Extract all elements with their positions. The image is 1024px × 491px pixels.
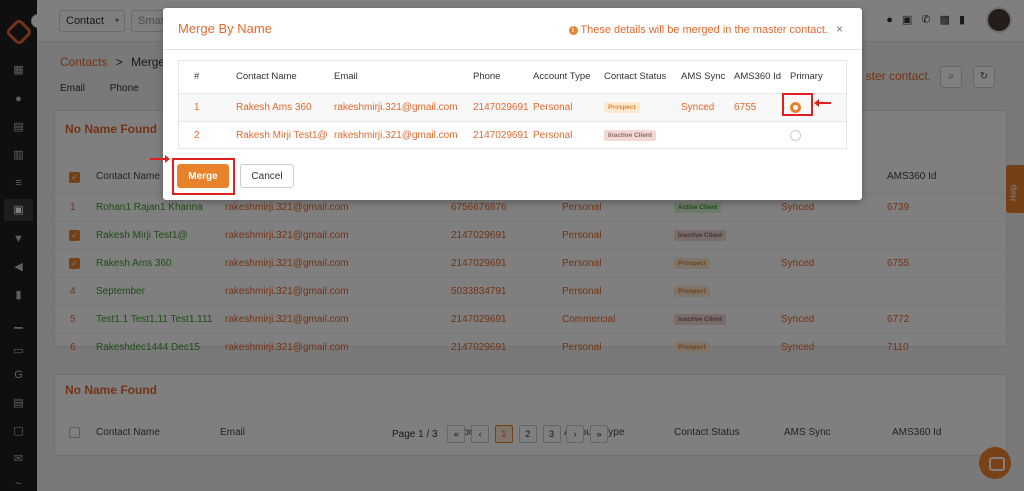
modal-note-text: These details will be merged in the mast… xyxy=(580,24,828,36)
row-phone: 2147029691 xyxy=(473,130,529,141)
info-icon: i xyxy=(568,26,578,35)
row-contact-name: Rakesh Mirji Test1@ xyxy=(236,130,328,141)
row-contact-name: Rakesh Ams 360 xyxy=(236,102,312,113)
merge-button[interactable]: Merge xyxy=(177,164,229,188)
primary-highlight-box xyxy=(782,93,813,116)
header-ams360-id: AMS360 Id xyxy=(734,71,781,82)
header-account-type: Account Type xyxy=(533,71,591,82)
header-contact-name: Contact Name xyxy=(236,71,297,82)
row-account-type: Personal xyxy=(533,102,573,113)
primary-arrow-icon xyxy=(814,99,831,107)
row-num: 2 xyxy=(194,130,200,141)
header-phone: Phone xyxy=(473,71,501,82)
header-ams-sync: AMS Sync xyxy=(681,71,726,82)
row-phone: 2147029691 xyxy=(473,102,529,113)
merge-row: 1 Rakesh Ams 360 rakeshmirji.321@gmail.c… xyxy=(179,93,846,121)
status-badge: Inactive Client xyxy=(604,130,657,141)
close-icon[interactable]: × xyxy=(836,22,843,36)
primary-radio-2[interactable] xyxy=(790,130,801,141)
modal-divider xyxy=(163,49,862,50)
row-ams-sync: Synced xyxy=(681,102,715,113)
row-num: 1 xyxy=(194,102,200,113)
merge-row: 2 Rakesh Mirji Test1@ rakeshmirji.321@gm… xyxy=(179,121,846,149)
merge-table-header: # Contact Name Email Phone Account Type … xyxy=(179,61,846,93)
status-badge: Prospect xyxy=(604,102,640,113)
header-email: Email xyxy=(334,71,358,82)
merge-table: # Contact Name Email Phone Account Type … xyxy=(178,60,847,149)
row-ams360-id: 6755 xyxy=(734,102,757,113)
header-num: # xyxy=(194,71,200,82)
header-contact-status: Contact Status xyxy=(604,71,667,82)
modal-title: Merge By Name xyxy=(178,21,272,36)
modal-note: i These details will be merged in the ma… xyxy=(568,24,828,36)
row-email: rakeshmirji.321@gmail.com xyxy=(334,130,458,141)
row-email: rakeshmirji.321@gmail.com xyxy=(334,102,458,113)
cancel-button[interactable]: Cancel xyxy=(240,164,294,188)
row-account-type: Personal xyxy=(533,130,573,141)
merge-arrow-icon xyxy=(150,155,170,163)
header-primary: Primary xyxy=(790,71,823,82)
merge-by-name-modal: Merge By Name i These details will be me… xyxy=(150,8,862,200)
